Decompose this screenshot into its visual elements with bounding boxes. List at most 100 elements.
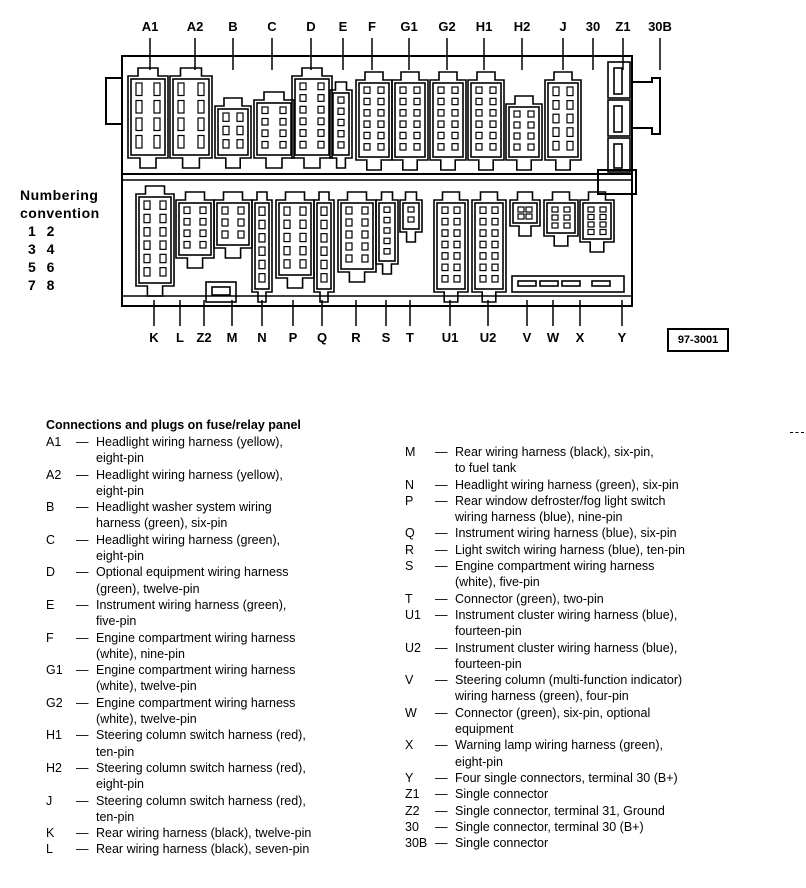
- legend-dash: —: [435, 559, 448, 574]
- legend-dash: —: [76, 630, 89, 645]
- legend-entry-h2: H2 — Steering column switch harness (red),…: [46, 760, 366, 793]
- legend-dash: —: [76, 663, 89, 678]
- connector-q: [313, 191, 335, 303]
- legend-entry-h1: H1 — Steering column switch harness (red),…: [46, 727, 366, 760]
- legend-entry-z1: Z1 — Single connector: [405, 786, 750, 802]
- legend-code: A1: [46, 435, 62, 449]
- legend-dash: —: [435, 705, 448, 720]
- connector-label-a1: A1: [142, 19, 159, 34]
- connector-z2: [205, 281, 237, 303]
- connector-p: [275, 191, 315, 289]
- legend-code: N: [405, 477, 415, 492]
- single-connectors: [607, 61, 631, 173]
- connector-a2: [169, 67, 213, 169]
- legend-code: H2: [46, 760, 62, 775]
- connector-label-f: F: [368, 19, 376, 34]
- legend-dash: —: [435, 445, 448, 459]
- legend-code: A2: [46, 467, 62, 482]
- connector-s: [375, 191, 399, 275]
- connector-label-h1: H1: [476, 19, 493, 34]
- legend-code: U1: [405, 607, 421, 622]
- legend-description: Headlight wiring harness (yellow), eight…: [96, 435, 283, 466]
- bottom-label-group: K L Z2 M N P Q R S T U1 U2 V W X Y: [149, 330, 626, 345]
- legend-description: Warning lamp wiring harness (green), eig…: [455, 738, 663, 769]
- legend-entry-a2: A2 — Headlight wiring harness (yellow), ei…: [46, 467, 366, 500]
- legend-description: Engine compartment wiring harness (white…: [96, 630, 296, 661]
- legend-dash: —: [435, 493, 448, 508]
- legend-code: S: [405, 559, 414, 574]
- scan-artifact: [790, 432, 804, 435]
- legend-dash: —: [76, 760, 89, 775]
- legend-dash: —: [76, 435, 89, 449]
- legend-entry-l: L — Rear wiring harness (black), seven-pin: [46, 841, 366, 857]
- legend-entry-30: 30 — Single connector, terminal 30 (B+): [405, 819, 750, 835]
- legend-dash: —: [435, 803, 448, 818]
- connector-label-30b: 30B: [648, 19, 672, 34]
- legend-description: Rear wiring harness (black), six-pin, to…: [455, 445, 654, 476]
- right-bracket: [632, 77, 661, 135]
- legend-description: Engine compartment wiring harness (white…: [96, 695, 296, 727]
- connector-w: [543, 191, 579, 247]
- connector-u2: [471, 191, 507, 303]
- connector-label-x: X: [576, 330, 585, 345]
- connector-f: [355, 71, 393, 171]
- legend-description: Steering column (multi-function indicato…: [455, 673, 683, 704]
- legend-description: Rear wiring harness (black), seven-pin: [96, 842, 310, 857]
- connector-label-q: Q: [317, 330, 327, 345]
- connector-g2: [429, 71, 467, 171]
- connector-label-m: M: [227, 330, 238, 345]
- numbering-convention: Numbering convention 1 2 3 4 5 6 7 8: [20, 186, 100, 294]
- connector-l: [175, 191, 215, 269]
- legend-entry-e: E — Instrument wiring harness (green), fiv…: [46, 597, 366, 630]
- legend-entry-m: M — Rear wiring harness (black), six-pin, …: [405, 444, 750, 477]
- legend-description: Single connector, terminal 30 (B+): [455, 819, 644, 834]
- legend-dash: —: [76, 467, 89, 482]
- numbering-row: 1 2: [28, 223, 55, 239]
- numbering-title-line2: convention: [20, 205, 100, 221]
- legend-dash: —: [435, 607, 448, 622]
- connector-h1: [467, 71, 505, 171]
- numbering-row: 7 8: [28, 277, 55, 293]
- connector-label-d: D: [306, 19, 315, 34]
- connector-n: [251, 191, 273, 303]
- legend-code: K: [46, 826, 55, 841]
- legend-code: Q: [405, 526, 415, 541]
- legend-dash: —: [76, 532, 89, 547]
- legend-code: M: [405, 445, 416, 459]
- legend-code: P: [405, 493, 414, 508]
- legend-description: Engine compartment wiring harness (white…: [96, 663, 296, 694]
- legend-entry-d: D — Optional equipment wiring harness (gre…: [46, 564, 366, 597]
- legend-dash: —: [435, 787, 448, 802]
- legend-description: Steering column switch harness (red), te…: [96, 793, 306, 824]
- legend-entry-x: X — Warning lamp wiring harness (green), e…: [405, 737, 750, 770]
- connector-v: [509, 191, 541, 237]
- legend-description: Rear wiring harness (black), twelve-pin: [96, 826, 312, 841]
- connector-label-30: 30: [586, 19, 600, 34]
- legend-dash: —: [76, 565, 89, 580]
- legend-code: E: [46, 597, 55, 612]
- legend-right-column: M — Rear wiring harness (black), six-pin, …: [405, 444, 750, 851]
- connector-k: [135, 185, 175, 297]
- connector-label-y: Y: [618, 330, 627, 345]
- connector-x: [579, 191, 615, 253]
- legend-code: 30: [405, 819, 419, 834]
- numbering-row: 5 6: [28, 259, 55, 275]
- legend-entry-a1: A1 — Headlight wiring harness (yellow), ei…: [46, 434, 366, 467]
- legend-entry-c: C — Headlight wiring harness (green), eigh…: [46, 532, 366, 565]
- legend-description: Instrument wiring harness (green), five-…: [96, 597, 287, 629]
- legend-dash: —: [76, 793, 89, 808]
- legend-dash: —: [435, 477, 448, 492]
- connector-b: [214, 97, 252, 169]
- legend-description: Single connector: [455, 787, 549, 802]
- connector-group: [127, 61, 631, 303]
- legend-entry-u1: U1 — Instrument cluster wiring harness (bl…: [405, 607, 750, 640]
- connector-r: [337, 191, 377, 283]
- legend-entry-q: Q — Instrument wiring harness (blue), six-…: [405, 525, 750, 541]
- connector-label-k: K: [149, 330, 159, 345]
- connector-h2: [505, 95, 543, 171]
- legend-dash: —: [435, 640, 448, 655]
- legend-entry-t: T — Connector (green), two-pin: [405, 591, 750, 607]
- legend-code: B: [46, 500, 55, 515]
- legend-dash: —: [435, 836, 448, 851]
- connector-label-b: B: [228, 19, 237, 34]
